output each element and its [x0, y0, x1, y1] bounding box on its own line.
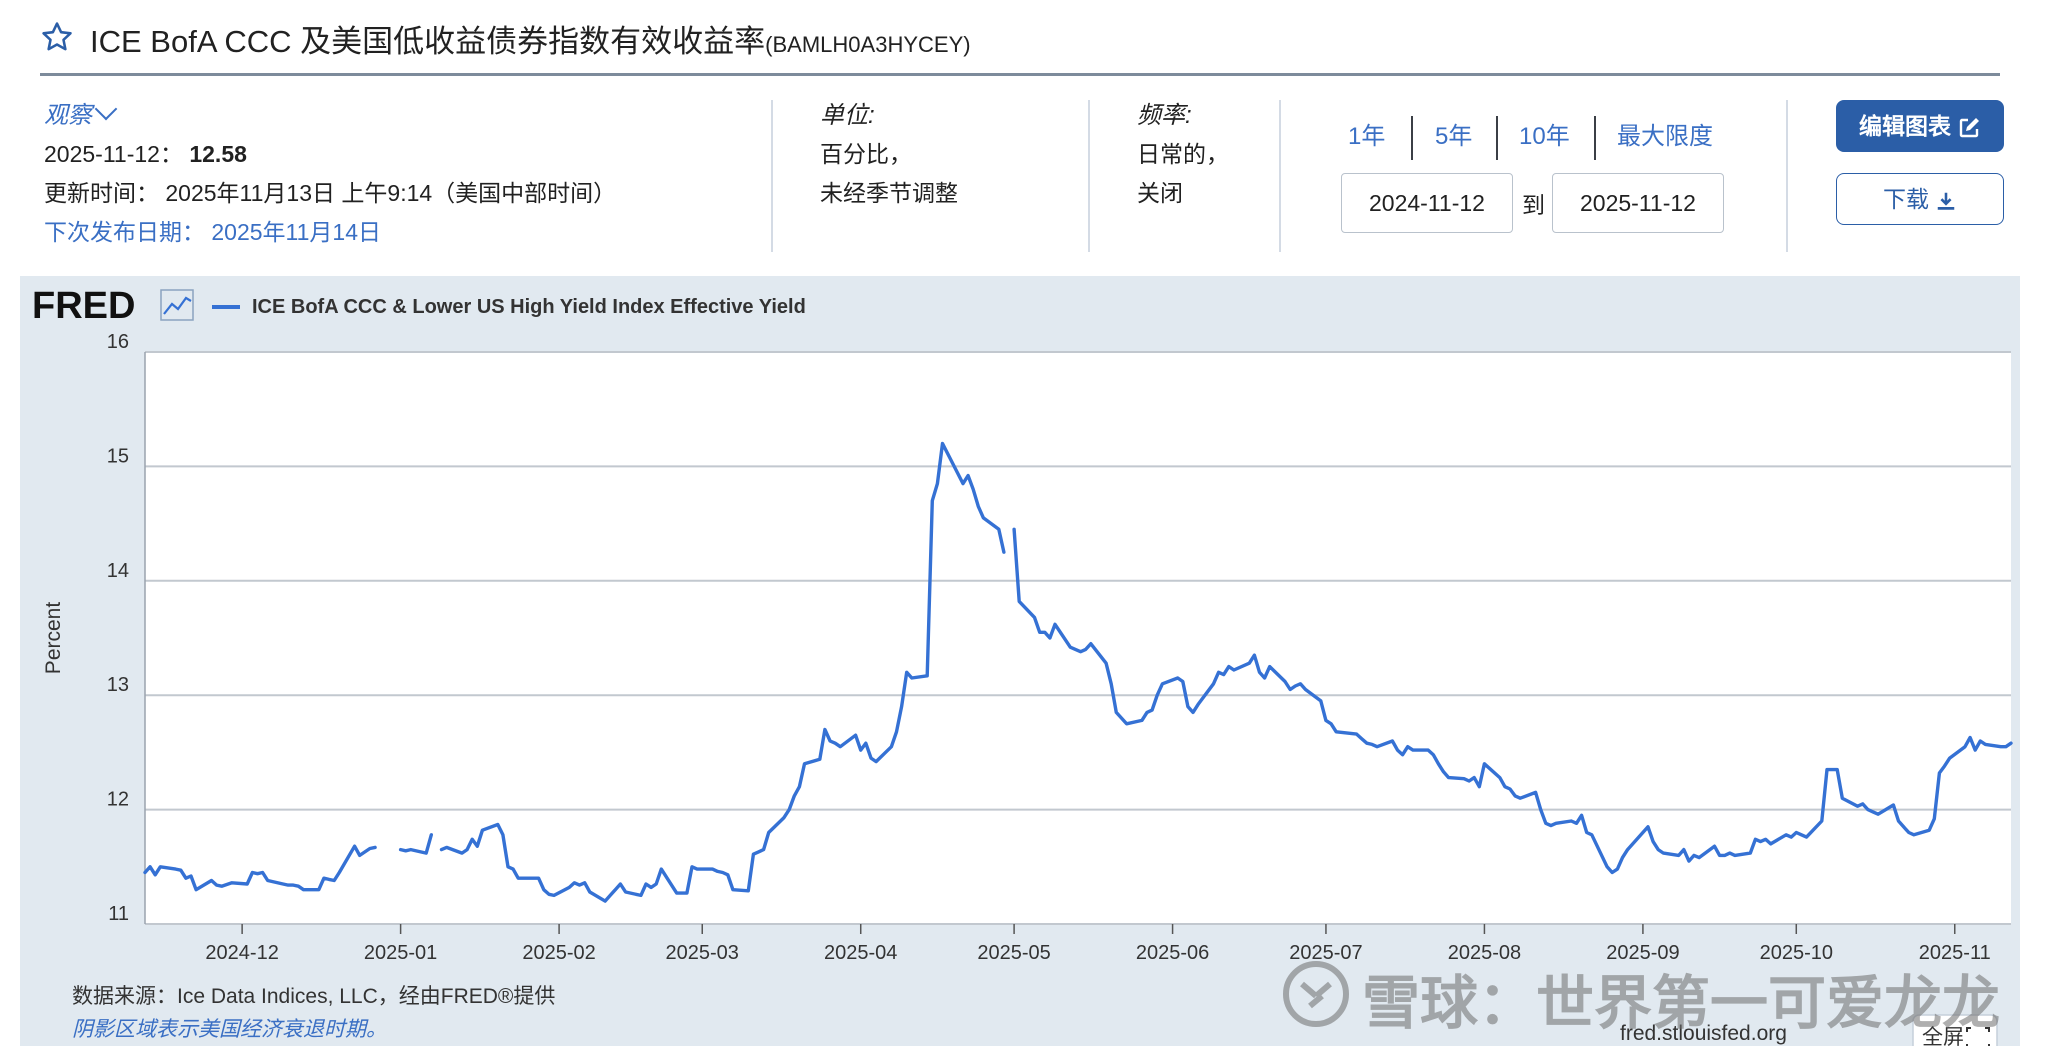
next-release-value: 2025年11月14日: [211, 219, 382, 245]
start-date-input[interactable]: 2024-11-12: [1341, 173, 1513, 233]
date-to-label: 到: [1522, 192, 1545, 218]
divider: [1786, 100, 1788, 252]
observation-label: 观察: [44, 102, 92, 129]
y-tick-label: 14: [107, 560, 129, 582]
next-release-label: 下次发布日期：: [44, 219, 205, 245]
frequency-label: 频率:: [1137, 102, 1192, 129]
legend-series-name: ICE BofA CCC & Lower US High Yield Index…: [252, 296, 806, 318]
units-label: 单位:: [820, 102, 875, 129]
x-tick-label: 2024-12: [205, 942, 278, 964]
chart-line-icon: [160, 289, 194, 321]
frequency-line1: 日常的，: [1137, 141, 1229, 167]
x-tick-label: 2025-01: [364, 942, 437, 964]
snowball-logo-icon: [1283, 961, 1349, 1027]
x-tick-label: 2025-04: [824, 942, 897, 964]
observation-panel: 观察 2025-11-12： 12.58 更新时间： 2025年11月13日 上…: [44, 96, 616, 252]
fred-logo: FRED: [32, 285, 135, 327]
divider: [1279, 100, 1281, 252]
range-divider: [1496, 116, 1498, 160]
download-icon: [1937, 192, 1955, 210]
observation-latest: 2025-11-12： 12.58: [44, 141, 247, 167]
y-tick-label: 11: [108, 903, 129, 925]
observation-toggle[interactable]: 观察: [44, 96, 616, 135]
series-header: ICE BofA CCC 及美国低收益债券指数有效收益率(BAMLH0A3HYC…: [40, 14, 2000, 72]
x-tick-label: 2025-03: [666, 942, 739, 964]
units-panel: 单位: 百分比， 未经季节调整: [820, 96, 958, 213]
page-title: ICE BofA CCC 及美国低收益债券指数有效收益率(BAMLH0A3HYC…: [90, 16, 971, 61]
edit-graph-label: 编辑图表: [1859, 113, 1951, 139]
frequency-panel: 频率: 日常的， 关闭: [1137, 96, 1229, 213]
observation-value: 12.58: [189, 141, 247, 167]
x-tick-label: 2025-06: [1136, 942, 1209, 964]
observation-date: 2025-11-12: [44, 141, 160, 167]
y-axis-ticks: 11 12 13 14 15 16: [107, 331, 129, 925]
download-button[interactable]: 下载: [1836, 173, 2004, 225]
y-axis-label: Percent: [42, 602, 65, 675]
title-text: ICE BofA CCC 及美国低收益债券指数有效收益率: [90, 24, 766, 59]
plot-area: [145, 352, 2011, 924]
chart-panel: FRED ICE BofA CCC & Lower US High Yield …: [20, 276, 2020, 1046]
y-tick-label: 15: [107, 445, 129, 467]
range-5y[interactable]: 5年: [1435, 116, 1472, 151]
updated-label: 更新时间：: [44, 180, 159, 206]
watermark-text: 雪球：世界第一可爱龙龙: [1362, 971, 2001, 1036]
y-tick-label: 13: [107, 674, 129, 696]
divider: [771, 100, 773, 252]
download-label: 下载: [1883, 186, 1929, 212]
header-divider: [40, 73, 2000, 76]
x-tick-label: 2025-02: [522, 942, 595, 964]
series-id: (BAMLH0A3HYCEY): [765, 32, 971, 57]
frequency-line2: 关闭: [1137, 180, 1183, 206]
units-line2: 未经季节调整: [820, 180, 958, 206]
source-note: 数据来源：Ice Data Indices, LLC，经由FRED®提供: [72, 985, 555, 1008]
range-divider: [1594, 116, 1596, 160]
y-tick-label: 16: [107, 331, 129, 353]
end-date-input[interactable]: 2025-11-12: [1552, 173, 1724, 233]
recession-note: 阴影区域表示美国经济衰退时期。: [72, 1018, 387, 1041]
observation-updated: 更新时间： 2025年11月13日 上午9:14（美国中部时间）: [44, 174, 616, 213]
units-line1: 百分比，: [820, 141, 912, 167]
edit-icon: [1959, 117, 1979, 138]
updated-value: 2025年11月13日 上午9:14（美国中部时间）: [165, 180, 617, 206]
edit-graph-button[interactable]: 编辑图表: [1836, 100, 2004, 152]
range-10y[interactable]: 10年: [1519, 116, 1570, 151]
next-release[interactable]: 下次发布日期： 2025年11月14日: [44, 213, 616, 252]
range-max[interactable]: 最大限度: [1617, 116, 1713, 151]
chevron-down-icon: [94, 97, 118, 121]
star-icon[interactable]: [40, 20, 74, 54]
line-chart[interactable]: FRED ICE BofA CCC & Lower US High Yield …: [20, 276, 2020, 1046]
x-tick-label: 2025-05: [977, 942, 1050, 964]
range-1y[interactable]: 1年: [1348, 116, 1385, 151]
divider: [1088, 100, 1090, 252]
range-divider: [1411, 116, 1413, 160]
y-tick-label: 12: [107, 789, 129, 811]
